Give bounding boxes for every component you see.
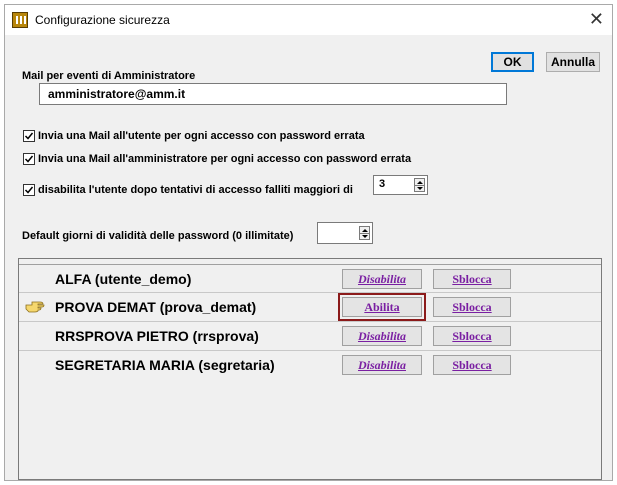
admin-mail-field[interactable]: amministratore@amm.it (39, 83, 507, 105)
user-name: SEGRETARIA MARIA (segretaria) (55, 357, 275, 373)
user-mail-label: Invia una Mail all'utente per ogni acces… (38, 130, 365, 142)
user-row-utente-demo: ALFA (utente_demo) Disabilita Sblocca (19, 264, 601, 292)
app-icon (12, 12, 28, 28)
password-validity-spinner[interactable] (317, 222, 373, 244)
user-name: ALFA (utente_demo) (55, 271, 192, 287)
user-mail-checkbox[interactable] (23, 130, 35, 142)
users-list: ALFA (utente_demo) Disabilita Sblocca PR… (18, 258, 602, 480)
user-name: RRSPROVA PIETRO (rrsprova) (55, 328, 259, 344)
option-user-mail[interactable]: Invia una Mail all'utente per ogni acces… (23, 128, 365, 144)
close-icon[interactable]: ✕ (589, 9, 604, 29)
disable-user-button[interactable]: Disabilita (342, 326, 422, 346)
disable-user-checkbox[interactable] (23, 184, 35, 196)
ok-button[interactable]: OK (491, 52, 534, 72)
max-attempts-value: 3 (379, 178, 386, 190)
user-row-segretaria: SEGRETARIA MARIA (segretaria) Disabilita… (19, 351, 601, 379)
user-row-rrsprova: RRSPROVA PIETRO (rrsprova) Disabilita Sb… (19, 322, 601, 350)
window-title: Configurazione sicurezza (35, 13, 170, 27)
spin-down-icon[interactable] (415, 185, 424, 191)
validity-spin-down-icon[interactable] (360, 233, 369, 239)
unlock-user-button[interactable]: Sblocca (433, 355, 511, 375)
admin-mail-label: Mail per eventi di Amministratore (22, 70, 196, 82)
unlock-user-button[interactable]: Sblocca (433, 326, 511, 346)
unlock-user-button[interactable]: Sblocca (433, 297, 511, 317)
validity-spinner-buttons[interactable] (359, 226, 370, 240)
enable-user-button[interactable]: Abilita (342, 297, 422, 317)
admin-mail-option-label: Invia una Mail all'amministratore per og… (38, 153, 412, 165)
option-disable-user[interactable]: disabilita l'utente dopo tentativi di ac… (23, 182, 353, 198)
user-row-prova-demat: PROVA DEMAT (prova_demat) Abilita Sblocc… (19, 293, 601, 321)
password-validity-label: Default giorni di validità delle passwor… (22, 230, 294, 242)
disable-user-label: disabilita l'utente dopo tentativi di ac… (38, 184, 353, 196)
option-admin-mail[interactable]: Invia una Mail all'amministratore per og… (23, 151, 411, 167)
admin-mail-checkbox[interactable] (23, 153, 35, 165)
spinner-buttons[interactable] (414, 178, 425, 192)
cancel-button[interactable]: Annulla (546, 52, 600, 72)
user-name: PROVA DEMAT (prova_demat) (55, 299, 257, 315)
disable-user-button[interactable]: Disabilita (342, 269, 422, 289)
pointing-hand-icon (25, 301, 45, 313)
max-attempts-spinner[interactable]: 3 (373, 175, 428, 195)
disable-user-button[interactable]: Disabilita (342, 355, 422, 375)
title-bar: Configurazione sicurezza ✕ (5, 5, 612, 35)
security-config-dialog: Configurazione sicurezza ✕ OK Annulla Ma… (4, 4, 613, 481)
unlock-user-button[interactable]: Sblocca (433, 269, 511, 289)
